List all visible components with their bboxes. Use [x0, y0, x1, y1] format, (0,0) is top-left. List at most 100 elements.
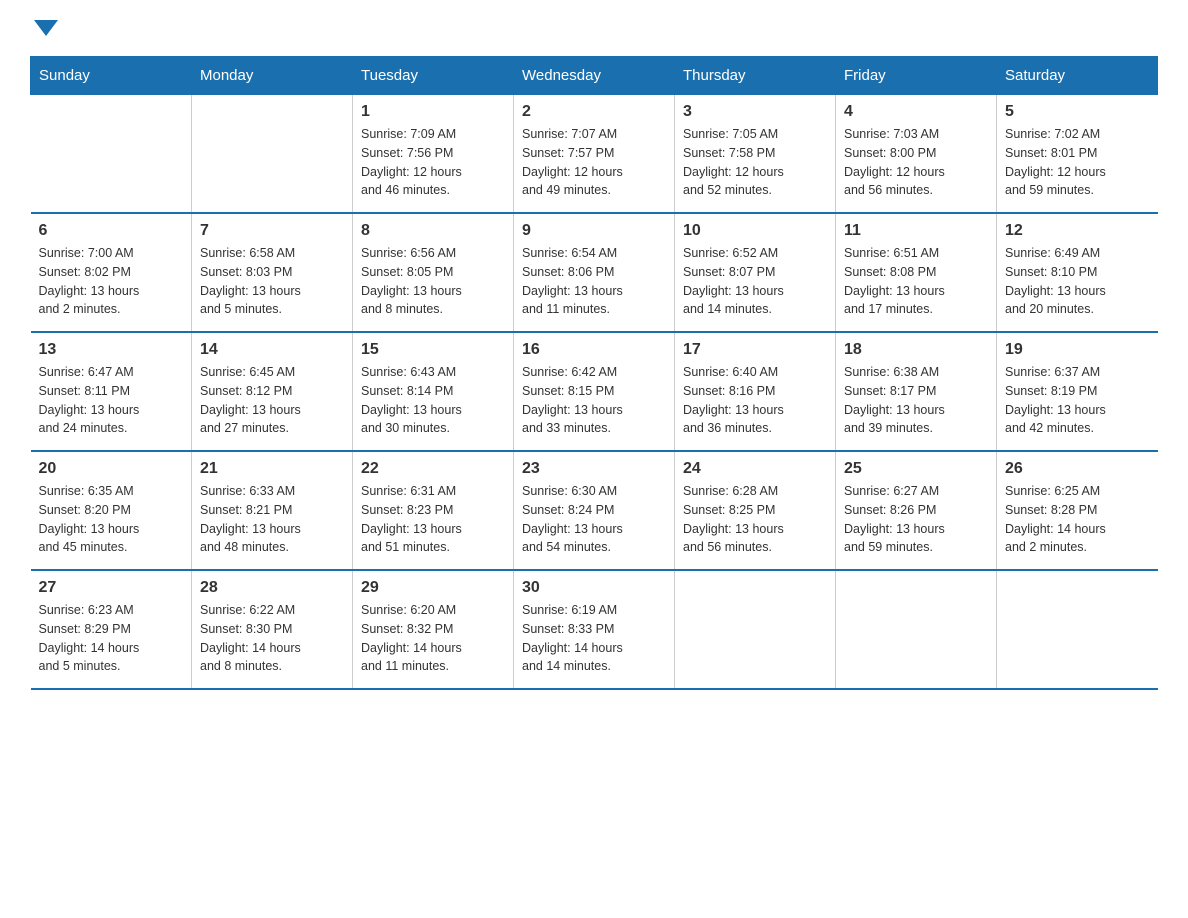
calendar-cell: 27 Sunrise: 6:23 AM Sunset: 8:29 PM Dayli…	[31, 570, 192, 689]
day-info: Sunrise: 6:30 AM Sunset: 8:24 PM Dayligh…	[522, 482, 666, 557]
calendar-cell: 28 Sunrise: 6:22 AM Sunset: 8:30 PM Dayli…	[192, 570, 353, 689]
day-number: 14	[200, 341, 344, 359]
calendar-week-row: 13 Sunrise: 6:47 AM Sunset: 8:11 PM Dayli…	[31, 332, 1158, 451]
calendar-cell: 15 Sunrise: 6:43 AM Sunset: 8:14 PM Dayli…	[353, 332, 514, 451]
day-info: Sunrise: 7:02 AM Sunset: 8:01 PM Dayligh…	[1005, 125, 1150, 200]
day-number: 7	[200, 222, 344, 240]
day-info: Sunrise: 6:19 AM Sunset: 8:33 PM Dayligh…	[522, 601, 666, 676]
calendar-cell: 9 Sunrise: 6:54 AM Sunset: 8:06 PM Daylig…	[514, 213, 675, 332]
day-number: 16	[522, 341, 666, 359]
day-of-week-header: Monday	[192, 57, 353, 95]
day-info: Sunrise: 7:09 AM Sunset: 7:56 PM Dayligh…	[361, 125, 505, 200]
calendar-cell: 11Sunrise: 6:51 AM Sunset: 8:08 PM Dayli…	[836, 213, 997, 332]
day-number: 18	[844, 341, 988, 359]
calendar-cell: 17 Sunrise: 6:40 AM Sunset: 8:16 PM Dayli…	[675, 332, 836, 451]
calendar-cell: 2 Sunrise: 7:07 AM Sunset: 7:57 PM Daylig…	[514, 95, 675, 214]
calendar-week-row: 20 Sunrise: 6:35 AM Sunset: 8:20 PM Dayli…	[31, 451, 1158, 570]
day-info: Sunrise: 6:40 AM Sunset: 8:16 PM Dayligh…	[683, 363, 827, 438]
day-info: Sunrise: 6:23 AM Sunset: 8:29 PM Dayligh…	[39, 601, 184, 676]
calendar-cell: 18 Sunrise: 6:38 AM Sunset: 8:17 PM Dayli…	[836, 332, 997, 451]
day-of-week-header: Thursday	[675, 57, 836, 95]
calendar-cell: 22Sunrise: 6:31 AM Sunset: 8:23 PM Dayli…	[353, 451, 514, 570]
day-info: Sunrise: 6:31 AM Sunset: 8:23 PM Dayligh…	[361, 482, 505, 557]
day-info: Sunrise: 6:35 AM Sunset: 8:20 PM Dayligh…	[39, 482, 184, 557]
calendar-week-row: 1 Sunrise: 7:09 AM Sunset: 7:56 PM Daylig…	[31, 95, 1158, 214]
calendar-week-row: 27 Sunrise: 6:23 AM Sunset: 8:29 PM Dayli…	[31, 570, 1158, 689]
day-number: 23	[522, 460, 666, 478]
day-number: 30	[522, 579, 666, 597]
day-info: Sunrise: 6:22 AM Sunset: 8:30 PM Dayligh…	[200, 601, 344, 676]
calendar-cell	[192, 95, 353, 214]
day-info: Sunrise: 6:25 AM Sunset: 8:28 PM Dayligh…	[1005, 482, 1150, 557]
day-number: 27	[39, 579, 184, 597]
day-number: 8	[361, 222, 505, 240]
day-number: 29	[361, 579, 505, 597]
day-info: Sunrise: 6:47 AM Sunset: 8:11 PM Dayligh…	[39, 363, 184, 438]
day-number: 9	[522, 222, 666, 240]
calendar-cell: 5Sunrise: 7:02 AM Sunset: 8:01 PM Daylig…	[997, 95, 1158, 214]
calendar-cell: 23 Sunrise: 6:30 AM Sunset: 8:24 PM Dayli…	[514, 451, 675, 570]
calendar-cell: 29 Sunrise: 6:20 AM Sunset: 8:32 PM Dayli…	[353, 570, 514, 689]
calendar-table: SundayMondayTuesdayWednesdayThursdayFrid…	[30, 56, 1158, 690]
calendar-header-row: SundayMondayTuesdayWednesdayThursdayFrid…	[31, 57, 1158, 95]
calendar-cell: 16 Sunrise: 6:42 AM Sunset: 8:15 PM Dayli…	[514, 332, 675, 451]
day-number: 19	[1005, 341, 1150, 359]
day-info: Sunrise: 6:33 AM Sunset: 8:21 PM Dayligh…	[200, 482, 344, 557]
day-of-week-header: Saturday	[997, 57, 1158, 95]
calendar-cell: 24 Sunrise: 6:28 AM Sunset: 8:25 PM Dayli…	[675, 451, 836, 570]
calendar-cell: 13 Sunrise: 6:47 AM Sunset: 8:11 PM Dayli…	[31, 332, 192, 451]
day-info: Sunrise: 6:52 AM Sunset: 8:07 PM Dayligh…	[683, 244, 827, 319]
day-of-week-header: Friday	[836, 57, 997, 95]
logo-arrow-icon	[34, 20, 58, 36]
day-number: 13	[39, 341, 184, 359]
calendar-cell: 6 Sunrise: 7:00 AM Sunset: 8:02 PM Daylig…	[31, 213, 192, 332]
day-info: Sunrise: 6:20 AM Sunset: 8:32 PM Dayligh…	[361, 601, 505, 676]
day-number: 17	[683, 341, 827, 359]
day-info: Sunrise: 6:49 AM Sunset: 8:10 PM Dayligh…	[1005, 244, 1150, 319]
day-info: Sunrise: 6:56 AM Sunset: 8:05 PM Dayligh…	[361, 244, 505, 319]
day-number: 2	[522, 103, 666, 121]
calendar-cell: 10 Sunrise: 6:52 AM Sunset: 8:07 PM Dayli…	[675, 213, 836, 332]
day-number: 4	[844, 103, 988, 121]
calendar-cell: 1 Sunrise: 7:09 AM Sunset: 7:56 PM Daylig…	[353, 95, 514, 214]
day-number: 15	[361, 341, 505, 359]
day-info: Sunrise: 6:45 AM Sunset: 8:12 PM Dayligh…	[200, 363, 344, 438]
day-info: Sunrise: 6:37 AM Sunset: 8:19 PM Dayligh…	[1005, 363, 1150, 438]
day-info: Sunrise: 6:27 AM Sunset: 8:26 PM Dayligh…	[844, 482, 988, 557]
day-of-week-header: Tuesday	[353, 57, 514, 95]
calendar-cell	[836, 570, 997, 689]
calendar-cell	[675, 570, 836, 689]
day-number: 26	[1005, 460, 1150, 478]
day-number: 12	[1005, 222, 1150, 240]
day-number: 28	[200, 579, 344, 597]
calendar-cell: 26 Sunrise: 6:25 AM Sunset: 8:28 PM Dayli…	[997, 451, 1158, 570]
calendar-week-row: 6 Sunrise: 7:00 AM Sunset: 8:02 PM Daylig…	[31, 213, 1158, 332]
calendar-cell	[31, 95, 192, 214]
day-info: Sunrise: 6:43 AM Sunset: 8:14 PM Dayligh…	[361, 363, 505, 438]
logo	[30, 20, 58, 36]
day-number: 11	[844, 222, 988, 240]
day-info: Sunrise: 6:54 AM Sunset: 8:06 PM Dayligh…	[522, 244, 666, 319]
day-info: Sunrise: 7:07 AM Sunset: 7:57 PM Dayligh…	[522, 125, 666, 200]
day-of-week-header: Wednesday	[514, 57, 675, 95]
day-number: 24	[683, 460, 827, 478]
calendar-cell	[997, 570, 1158, 689]
day-info: Sunrise: 6:58 AM Sunset: 8:03 PM Dayligh…	[200, 244, 344, 319]
calendar-cell: 4 Sunrise: 7:03 AM Sunset: 8:00 PM Daylig…	[836, 95, 997, 214]
calendar-cell: 7 Sunrise: 6:58 AM Sunset: 8:03 PM Daylig…	[192, 213, 353, 332]
day-info: Sunrise: 7:05 AM Sunset: 7:58 PM Dayligh…	[683, 125, 827, 200]
day-info: Sunrise: 6:42 AM Sunset: 8:15 PM Dayligh…	[522, 363, 666, 438]
day-number: 10	[683, 222, 827, 240]
day-number: 1	[361, 103, 505, 121]
calendar-cell: 19 Sunrise: 6:37 AM Sunset: 8:19 PM Dayli…	[997, 332, 1158, 451]
day-info: Sunrise: 6:38 AM Sunset: 8:17 PM Dayligh…	[844, 363, 988, 438]
calendar-cell: 3Sunrise: 7:05 AM Sunset: 7:58 PM Daylig…	[675, 95, 836, 214]
day-info: Sunrise: 7:00 AM Sunset: 8:02 PM Dayligh…	[39, 244, 184, 319]
day-number: 6	[39, 222, 184, 240]
day-number: 20	[39, 460, 184, 478]
calendar-cell: 30 Sunrise: 6:19 AM Sunset: 8:33 PM Dayli…	[514, 570, 675, 689]
calendar-cell: 20 Sunrise: 6:35 AM Sunset: 8:20 PM Dayli…	[31, 451, 192, 570]
day-info: Sunrise: 6:28 AM Sunset: 8:25 PM Dayligh…	[683, 482, 827, 557]
day-of-week-header: Sunday	[31, 57, 192, 95]
day-info: Sunrise: 7:03 AM Sunset: 8:00 PM Dayligh…	[844, 125, 988, 200]
